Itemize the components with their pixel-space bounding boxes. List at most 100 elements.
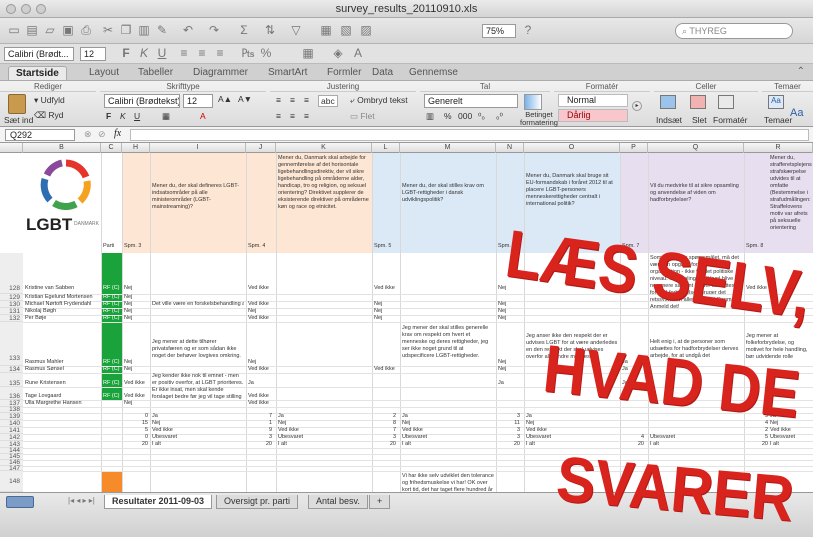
sum-label-o[interactable]: I alt <box>526 441 535 448</box>
sum-label-i[interactable]: Nej <box>152 420 160 427</box>
sum-label-i[interactable]: I alt <box>152 441 161 448</box>
cell-i-133[interactable]: Jeg mener at dette tilhører privatsfæren… <box>152 339 244 360</box>
themes-button[interactable]: Temaer <box>764 115 792 125</box>
orientation-button[interactable]: abc <box>318 95 338 107</box>
cell-j-137[interactable]: Ved ikke <box>248 400 269 407</box>
cell-party-128[interactable]: RF (C) <box>103 285 120 292</box>
ribbon-border-icon[interactable]: ▦ <box>162 111 170 122</box>
italic-icon[interactable]: K <box>136 46 152 61</box>
row-number[interactable]: 135 <box>0 373 23 387</box>
chart-icon[interactable]: ▨ <box>358 23 374 38</box>
sum-count-l[interactable]: 20 <box>388 441 396 448</box>
open-icon[interactable]: ▱ <box>42 23 58 38</box>
sum-label-k[interactable]: Ja <box>278 413 284 420</box>
currency-format-icon[interactable]: ▥ <box>426 111 434 122</box>
sum-count-l[interactable]: 8 <box>388 420 396 427</box>
tab-smartart[interactable]: SmartArt <box>261 66 314 80</box>
col-header-j[interactable]: J <box>246 143 276 153</box>
sum-count-r[interactable]: 5 <box>760 434 768 441</box>
sheet-tab-resultater[interactable]: Resultater 2011-09-03 <box>104 495 213 509</box>
tab-scroll-arrows-icon[interactable]: |◂ ◂ ▸ ▸| <box>68 496 95 505</box>
cell-name-135[interactable]: Rune Kristensen <box>25 380 66 387</box>
tab-diagrammer[interactable]: Diagrammer <box>186 66 255 80</box>
cell-h-136[interactable]: Ved ikke <box>124 393 145 400</box>
cut-icon[interactable]: ✂ <box>100 23 116 38</box>
align-left-icon[interactable]: ≡ <box>176 46 192 61</box>
percent-icon[interactable]: % <box>258 46 274 61</box>
cell-h-133[interactable]: Nej <box>124 359 132 366</box>
sum-label-m[interactable]: Ubesvaret <box>402 434 427 441</box>
grow-font-icon[interactable]: A▲ <box>218 94 232 104</box>
sum-count-j[interactable]: 1 <box>264 420 272 427</box>
normal-view-icon[interactable] <box>6 496 34 508</box>
sum-count-j[interactable]: 9 <box>264 427 272 434</box>
col-header-r[interactable]: R <box>744 143 813 153</box>
sum-label-o[interactable]: Ved ikke <box>526 427 547 434</box>
underline-icon[interactable]: U <box>154 46 170 61</box>
cell-n-134[interactable]: Nej <box>498 366 506 373</box>
row-number[interactable]: 131 <box>0 308 23 315</box>
row-number[interactable]: 132 <box>0 315 23 322</box>
font-color-icon[interactable]: A <box>350 46 366 61</box>
cell-l-130[interactable]: Nej <box>374 301 382 308</box>
gallery-icon[interactable]: ▦ <box>318 23 334 38</box>
sum-label-i[interactable]: Ja <box>152 413 158 420</box>
sum-count-j[interactable]: 3 <box>264 434 272 441</box>
cell-n-130[interactable]: Nej <box>498 301 506 308</box>
thousands-icon[interactable]: 000 <box>458 111 472 121</box>
format-button[interactable]: Formatér <box>713 115 747 125</box>
align-middle-icon[interactable]: ≡ <box>290 95 295 105</box>
toolbox-icon[interactable]: ▧ <box>338 23 354 38</box>
save-icon[interactable]: ▣ <box>60 23 76 38</box>
select-all-corner[interactable] <box>0 143 23 153</box>
cell-name-130[interactable]: Michael Nørtoft Frydendahl <box>25 301 91 308</box>
cell-h-132[interactable]: Nej <box>124 315 132 322</box>
cell-n-135[interactable]: Ja <box>498 380 504 387</box>
cell-name-137[interactable]: Ulla Margrethe Hansen <box>25 400 82 407</box>
col-header-o[interactable]: O <box>524 143 620 153</box>
cell-party-129[interactable]: RF (C) <box>103 294 120 301</box>
cell-j-128[interactable]: Ved ikke <box>248 285 269 292</box>
format-painter-icon[interactable]: ✎ <box>154 23 170 38</box>
formula-input[interactable] <box>130 129 809 141</box>
sum-label-s[interactable]: Ubesvaret <box>770 434 795 441</box>
tab-tabeller[interactable]: Tabeller <box>131 66 180 80</box>
sum-count-p[interactable]: 4 <box>636 434 644 441</box>
insert-button[interactable]: Indsæt <box>656 115 682 125</box>
sum-count-n[interactable]: 3 <box>512 427 520 434</box>
clear-button[interactable]: ⌫ Ryd <box>34 110 64 121</box>
sort-icon[interactable]: ⇅ <box>262 23 278 38</box>
sum-count-j[interactable]: 7 <box>264 413 272 420</box>
sum-count-h[interactable]: 0 <box>140 413 148 420</box>
align-text-right-icon[interactable]: ≡ <box>304 111 309 121</box>
cancel-formula-icon[interactable]: ⊗ <box>84 129 92 140</box>
sum-label-q[interactable]: Ubesvaret <box>650 434 675 441</box>
increase-decimal-icon[interactable]: ⁰₀ <box>478 111 485 122</box>
bold-icon[interactable]: F <box>118 46 134 61</box>
font-name-select[interactable]: Calibri (Brødt... <box>4 47 74 61</box>
autosum-icon[interactable]: Σ <box>236 23 252 38</box>
col-header-p[interactable]: P <box>620 143 648 153</box>
cell-h-134[interactable]: Nej <box>124 366 132 373</box>
cell-party-130[interactable]: RF (C) <box>103 301 120 308</box>
col-header-i[interactable]: I <box>150 143 246 153</box>
sum-count-j[interactable]: 20 <box>264 441 272 448</box>
tab-layout[interactable]: Layout <box>82 66 126 80</box>
more-styles-icon[interactable]: ▸ <box>632 101 642 111</box>
sum-count-n[interactable]: 20 <box>512 441 520 448</box>
sum-count-l[interactable]: 2 <box>388 413 396 420</box>
cell-name-131[interactable]: Nikolaj Bøgh <box>25 308 56 315</box>
row-number[interactable]: 129 <box>0 294 23 301</box>
cell-name-128[interactable]: Kristine van Sabben <box>25 285 74 292</box>
cell-h-135[interactable]: Ved ikke <box>124 380 145 387</box>
sum-count-p[interactable]: 20 <box>636 441 644 448</box>
new-document-icon[interactable]: ▭ <box>6 23 22 38</box>
sum-label-q[interactable]: I alt <box>650 441 659 448</box>
cell-j-136[interactable]: Ved ikke <box>248 393 269 400</box>
percent-format-icon[interactable]: % <box>444 111 452 121</box>
cell-m-148[interactable]: Vi har ikke selv udviklet den tolerance … <box>402 473 494 492</box>
cell-name-133[interactable]: Rasmus Mahler <box>25 359 64 366</box>
cell-h-129[interactable]: Nej <box>124 294 132 301</box>
cell-l-128[interactable]: Ved ikke <box>374 285 395 292</box>
cell-l-134[interactable]: Ved ikke <box>374 366 395 373</box>
